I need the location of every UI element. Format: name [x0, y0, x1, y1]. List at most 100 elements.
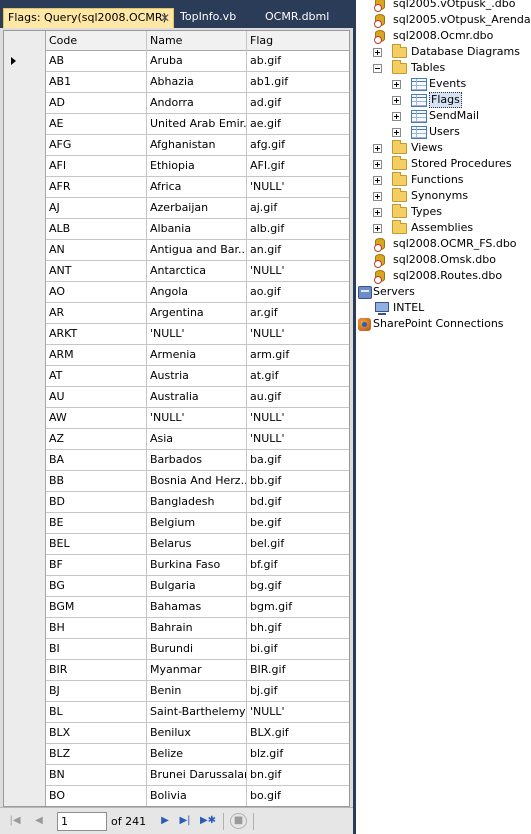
tree-node[interactable]: sql2005.vOtpusk_Arenda.dbo [356, 12, 531, 28]
tree-node[interactable]: INTEL [356, 300, 531, 316]
column-header-flag[interactable]: Flag [247, 31, 349, 51]
table-row[interactable]: BEL Belarus bel.gif [4, 534, 349, 555]
cell-code[interactable]: BB [46, 471, 147, 492]
cell-name[interactable]: Bahamas [147, 597, 247, 618]
cell-code[interactable]: AFI [46, 156, 147, 177]
cell-code[interactable]: AU [46, 387, 147, 408]
row-selector[interactable] [4, 345, 46, 366]
table-row[interactable]: AFR Africa 'NULL' [4, 177, 349, 198]
cell-flag[interactable]: arm.gif [247, 345, 349, 366]
cell-name[interactable]: Bolivia [147, 786, 247, 806]
cell-name[interactable]: Myanmar [147, 660, 247, 681]
row-selector[interactable] [4, 660, 46, 681]
expand-plus-icon[interactable] [373, 160, 382, 169]
row-selector[interactable] [4, 513, 46, 534]
cell-code[interactable]: AFG [46, 135, 147, 156]
tree-node[interactable]: sql2008.OCMR_FS.dbo [356, 236, 531, 252]
stop-icon[interactable]: ■ [230, 813, 247, 829]
cell-code[interactable]: AT [46, 366, 147, 387]
table-row[interactable]: AJ Azerbaijan aj.gif [4, 198, 349, 219]
row-selector[interactable] [4, 135, 46, 156]
cell-flag[interactable]: be.gif [247, 513, 349, 534]
row-selector[interactable] [4, 723, 46, 744]
tree-node[interactable]: SendMail [356, 108, 531, 124]
row-selector[interactable] [4, 639, 46, 660]
tab-ocmr-dbml[interactable]: OCMR.dbml [265, 8, 329, 28]
new-record-icon[interactable]: ▶✱ [199, 813, 217, 829]
cell-name[interactable]: Antigua and Bar... [147, 240, 247, 261]
cell-flag[interactable]: alb.gif [247, 219, 349, 240]
tree-node[interactable]: Users [356, 124, 531, 140]
row-selector[interactable] [4, 576, 46, 597]
tree-node[interactable]: Functions [356, 172, 531, 188]
tree-node[interactable]: sql2008.Ocmr.dbo [356, 28, 531, 44]
cell-flag[interactable]: 'NULL' [247, 429, 349, 450]
cell-flag[interactable]: bn.gif [247, 765, 349, 786]
cell-code[interactable]: BI [46, 639, 147, 660]
table-row[interactable]: AR Argentina ar.gif [4, 303, 349, 324]
last-record-icon[interactable]: ▶| [178, 813, 192, 829]
row-selector[interactable] [4, 198, 46, 219]
cell-flag[interactable]: ab.gif [247, 51, 349, 72]
cell-flag[interactable]: bgm.gif [247, 597, 349, 618]
results-grid[interactable]: Code Name Flag AB Aruba ab.gif AB1 Abhazia ab… [3, 30, 350, 807]
row-selector[interactable] [4, 366, 46, 387]
cell-name[interactable]: Bulgaria [147, 576, 247, 597]
table-row[interactable]: AU Australia au.gif [4, 387, 349, 408]
expand-plus-icon[interactable] [373, 224, 382, 233]
tree-node[interactable]: Flags [356, 92, 531, 108]
row-selector[interactable] [4, 597, 46, 618]
cell-flag[interactable]: blz.gif [247, 744, 349, 765]
tree-node-label[interactable]: Tables [411, 60, 445, 76]
cell-name[interactable]: Australia [147, 387, 247, 408]
cell-flag[interactable]: bel.gif [247, 534, 349, 555]
cell-name[interactable]: Burundi [147, 639, 247, 660]
cell-code[interactable]: AE [46, 114, 147, 135]
cell-code[interactable]: AR [46, 303, 147, 324]
cell-flag[interactable]: 'NULL' [247, 324, 349, 345]
tree-node-label[interactable]: sql2005.vOtpusk_Arenda.dbo [393, 12, 531, 28]
tree-node[interactable]: Tables [356, 60, 531, 76]
cell-code[interactable]: BL [46, 702, 147, 723]
cell-name[interactable]: Afghanistan [147, 135, 247, 156]
row-selector[interactable] [4, 261, 46, 282]
cell-name[interactable]: Andorra [147, 93, 247, 114]
cell-flag[interactable]: bb.gif [247, 471, 349, 492]
cell-code[interactable]: BH [46, 618, 147, 639]
expand-plus-icon[interactable] [373, 192, 382, 201]
tree-node[interactable]: Assemblies [356, 220, 531, 236]
table-row[interactable]: BF Burkina Faso bf.gif [4, 555, 349, 576]
expand-plus-icon[interactable] [392, 128, 401, 137]
table-row[interactable]: BA Barbados ba.gif [4, 450, 349, 471]
cell-code[interactable]: AJ [46, 198, 147, 219]
table-row[interactable]: BN Brunei Darussalam bn.gif [4, 765, 349, 786]
cell-code[interactable]: BD [46, 492, 147, 513]
cell-flag[interactable]: 'NULL' [247, 408, 349, 429]
cell-flag[interactable]: ab1.gif [247, 72, 349, 93]
cell-name[interactable]: Benin [147, 681, 247, 702]
cell-name[interactable]: Saint-Barthelemy [147, 702, 247, 723]
row-selector[interactable] [4, 450, 46, 471]
cell-flag[interactable]: ae.gif [247, 114, 349, 135]
tree-node-label[interactable]: Database Diagrams [411, 44, 520, 60]
next-record-icon[interactable]: ▶ [158, 813, 172, 829]
cell-flag[interactable]: bf.gif [247, 555, 349, 576]
tree-node[interactable]: Events [356, 76, 531, 92]
table-row[interactable]: BE Belgium be.gif [4, 513, 349, 534]
row-selector[interactable] [4, 555, 46, 576]
cell-code[interactable]: AN [46, 240, 147, 261]
table-row[interactable]: BIR Myanmar BIR.gif [4, 660, 349, 681]
row-selector[interactable] [4, 618, 46, 639]
cell-flag[interactable]: bd.gif [247, 492, 349, 513]
table-row[interactable]: BI Burundi bi.gif [4, 639, 349, 660]
table-row[interactable]: BL Saint-Barthelemy 'NULL' [4, 702, 349, 723]
tree-node[interactable]: Servers [356, 284, 531, 300]
cell-name[interactable]: Africa [147, 177, 247, 198]
grid-corner[interactable] [4, 31, 46, 52]
cell-flag[interactable]: ar.gif [247, 303, 349, 324]
tree-node-label[interactable]: Flags [429, 92, 462, 108]
tab-flags-query[interactable]: Flags: Query(sql2008.OCMR) ✕ [3, 8, 174, 28]
tree-node[interactable]: SharePoint Connections [356, 316, 531, 332]
cell-flag[interactable]: aj.gif [247, 198, 349, 219]
tree-node-label[interactable]: Functions [411, 172, 464, 188]
